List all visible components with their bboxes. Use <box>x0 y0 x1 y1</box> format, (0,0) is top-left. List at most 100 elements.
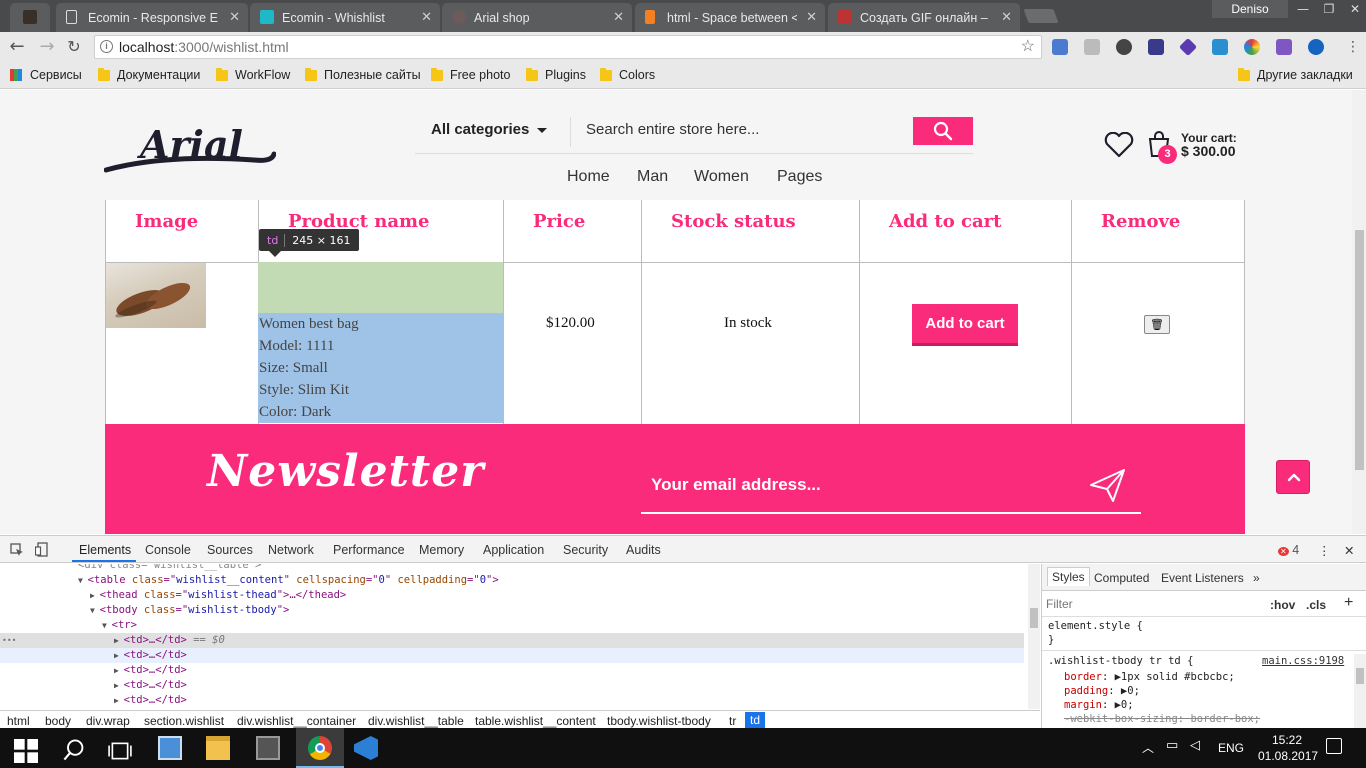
browser-tab[interactable]: Arial shop ✕ <box>442 3 632 32</box>
bookmark-folder[interactable]: Free photo <box>431 67 510 82</box>
expand-arrow-icon[interactable]: ▶ <box>114 636 124 645</box>
browser-tab[interactable]: Создать GIF онлайн – со ✕ <box>828 3 1020 32</box>
tab-close-icon[interactable]: ✕ <box>229 9 240 25</box>
browser-tab[interactable]: Ecomin - Whishlist ✕ <box>250 3 440 32</box>
menu-man[interactable]: Man <box>637 168 668 186</box>
vscode-icon[interactable] <box>354 736 378 760</box>
scrollbar-thumb[interactable] <box>1356 668 1364 684</box>
scrollbar-thumb[interactable] <box>1030 608 1038 628</box>
file-explorer-icon[interactable] <box>206 736 230 760</box>
remove-button[interactable]: 🗑 <box>1144 315 1170 334</box>
breadcrumb-item[interactable]: div.wrap <box>86 714 130 728</box>
inspect-element-icon[interactable] <box>10 543 24 557</box>
dom-node[interactable]: ▶ <thead class="wishlist-thead">…</thead… <box>0 588 1024 603</box>
menu-home[interactable]: Home <box>567 168 610 186</box>
translate-extension-icon[interactable] <box>1052 39 1068 55</box>
extension-icon[interactable] <box>1212 39 1228 55</box>
tab-styles[interactable]: Styles <box>1047 567 1090 586</box>
extension-icon[interactable] <box>1116 39 1132 55</box>
browser-tab[interactable] <box>10 3 50 32</box>
expand-arrow-icon[interactable]: ▶ <box>114 681 124 690</box>
volume-icon[interactable]: ◁ <box>1190 738 1200 753</box>
bookmark-folder[interactable]: Документации <box>98 67 200 82</box>
site-logo[interactable]: Arial <box>104 118 276 184</box>
tab-network[interactable]: Network <box>268 543 314 557</box>
scroll-to-top-button[interactable] <box>1276 460 1310 494</box>
new-tab-button[interactable] <box>1023 9 1059 23</box>
expand-arrow-icon[interactable]: ▶ <box>114 666 124 675</box>
back-icon[interactable]: ← <box>6 37 28 57</box>
hover-state-toggle[interactable]: :hov <box>1270 598 1295 612</box>
styles-filter-input[interactable] <box>1046 597 1246 611</box>
breadcrumb-item[interactable]: body <box>45 714 71 728</box>
tab-sources[interactable]: Sources <box>207 543 253 557</box>
dom-tree-scrollbar[interactable] <box>1028 564 1040 709</box>
menu-pages[interactable]: Pages <box>777 168 822 186</box>
bookmark-folder[interactable]: WorkFlow <box>216 67 290 82</box>
address-bar[interactable]: i localhost:3000/wishlist.html ☆ <box>94 35 1042 59</box>
close-window-icon[interactable]: ✕ <box>1342 0 1366 18</box>
css-declaration[interactable]: border: ▶1px solid #bcbcbc; <box>1064 671 1235 683</box>
notifications-icon[interactable] <box>1326 738 1342 754</box>
menu-women[interactable]: Women <box>694 168 749 186</box>
tab-performance[interactable]: Performance <box>333 543 405 557</box>
css-declaration-overridden[interactable]: -webkit-box-sizing: border-box; <box>1064 713 1260 725</box>
expand-arrow-icon[interactable]: ▶ <box>90 591 100 600</box>
tab-close-icon[interactable]: ✕ <box>806 9 817 25</box>
tab-console[interactable]: Console <box>145 543 191 557</box>
bookmark-apps[interactable]: Сервисы <box>10 68 82 82</box>
bookmark-star-icon[interactable]: ☆ <box>1021 36 1035 58</box>
tab-memory[interactable]: Memory <box>419 543 464 557</box>
device-toolbar-icon[interactable] <box>35 542 49 557</box>
devtools-close-icon[interactable]: ✕ <box>1344 543 1354 558</box>
tab-security[interactable]: Security <box>563 543 608 557</box>
product-name[interactable]: Women best bag <box>259 316 359 333</box>
css-declaration[interactable]: padding: ▶0; <box>1064 685 1140 697</box>
tab-close-icon[interactable]: ✕ <box>421 9 432 25</box>
class-toggle[interactable]: .cls <box>1306 598 1326 612</box>
add-to-cart-button[interactable]: Add to cart <box>912 304 1018 346</box>
dom-node[interactable]: ▼ <tbody class="wishlist-tbody"> <box>0 603 1024 618</box>
newsletter-email-input[interactable] <box>651 475 1051 495</box>
tab-close-icon[interactable]: ✕ <box>613 9 624 25</box>
browser-tab[interactable]: Ecomin - Responsive Ecom ✕ <box>56 3 248 32</box>
add-rule-icon[interactable]: + <box>1344 594 1353 612</box>
search-input[interactable] <box>586 121 906 138</box>
browser-menu-icon[interactable]: ⋮ <box>1342 37 1364 57</box>
dom-tree[interactable]: <div class="wishlist__table"> ▼ <table c… <box>0 564 1028 709</box>
more-tabs-icon[interactable]: » <box>1253 571 1260 585</box>
styles-scrollbar[interactable] <box>1354 654 1366 729</box>
network-icon[interactable]: ▭ <box>1166 738 1178 753</box>
dom-node[interactable]: ▶ <td>…</td> <box>0 678 1024 693</box>
breadcrumb-item[interactable]: section.wishlist <box>144 714 224 728</box>
extension-icon[interactable] <box>1148 39 1164 55</box>
extension-icon[interactable] <box>1084 39 1100 55</box>
send-icon[interactable] <box>1089 468 1127 504</box>
minimize-icon[interactable]: — <box>1290 0 1316 18</box>
bookmark-folder[interactable]: Plugins <box>526 67 586 82</box>
bookmark-folder[interactable]: Colors <box>600 67 655 82</box>
other-bookmarks[interactable]: Другие закладки <box>1238 67 1353 82</box>
css-declaration[interactable]: margin: ▶0; <box>1064 699 1134 711</box>
breadcrumb-item[interactable]: tr <box>729 714 736 728</box>
extension-icon[interactable] <box>1178 37 1198 57</box>
browser-tab[interactable]: html - Space between <t ✕ <box>635 3 825 32</box>
product-image[interactable] <box>106 263 206 328</box>
dom-node[interactable]: ▶ <td>…</td> <box>0 648 1024 663</box>
chrome-icon[interactable] <box>308 736 332 760</box>
dom-node[interactable]: <div class="wishlist__table"> <box>0 564 1024 573</box>
more-icon[interactable]: ••• <box>2 633 16 648</box>
color-picker-extension-icon[interactable] <box>1244 39 1260 55</box>
tab-close-icon[interactable]: ✕ <box>1001 9 1012 25</box>
windows-start-icon[interactable] <box>14 739 38 763</box>
forward-icon[interactable]: → <box>36 37 58 57</box>
cart-total[interactable]: $ 300.00 <box>1181 143 1236 159</box>
input-language[interactable]: ENG <box>1218 741 1244 755</box>
dom-node[interactable]: ▶ <td>…</td> <box>0 663 1024 678</box>
task-view-icon[interactable] <box>108 739 132 763</box>
search-button[interactable] <box>913 117 973 145</box>
breadcrumb-item[interactable]: tbody.wishlist-tbody <box>607 714 711 728</box>
tray-chevron-icon[interactable]: ︿ <box>1142 739 1154 756</box>
clock-time[interactable]: 15:22 <box>1262 733 1312 747</box>
css-rule-selector[interactable]: .wishlist-tbody tr td { <box>1048 655 1193 667</box>
